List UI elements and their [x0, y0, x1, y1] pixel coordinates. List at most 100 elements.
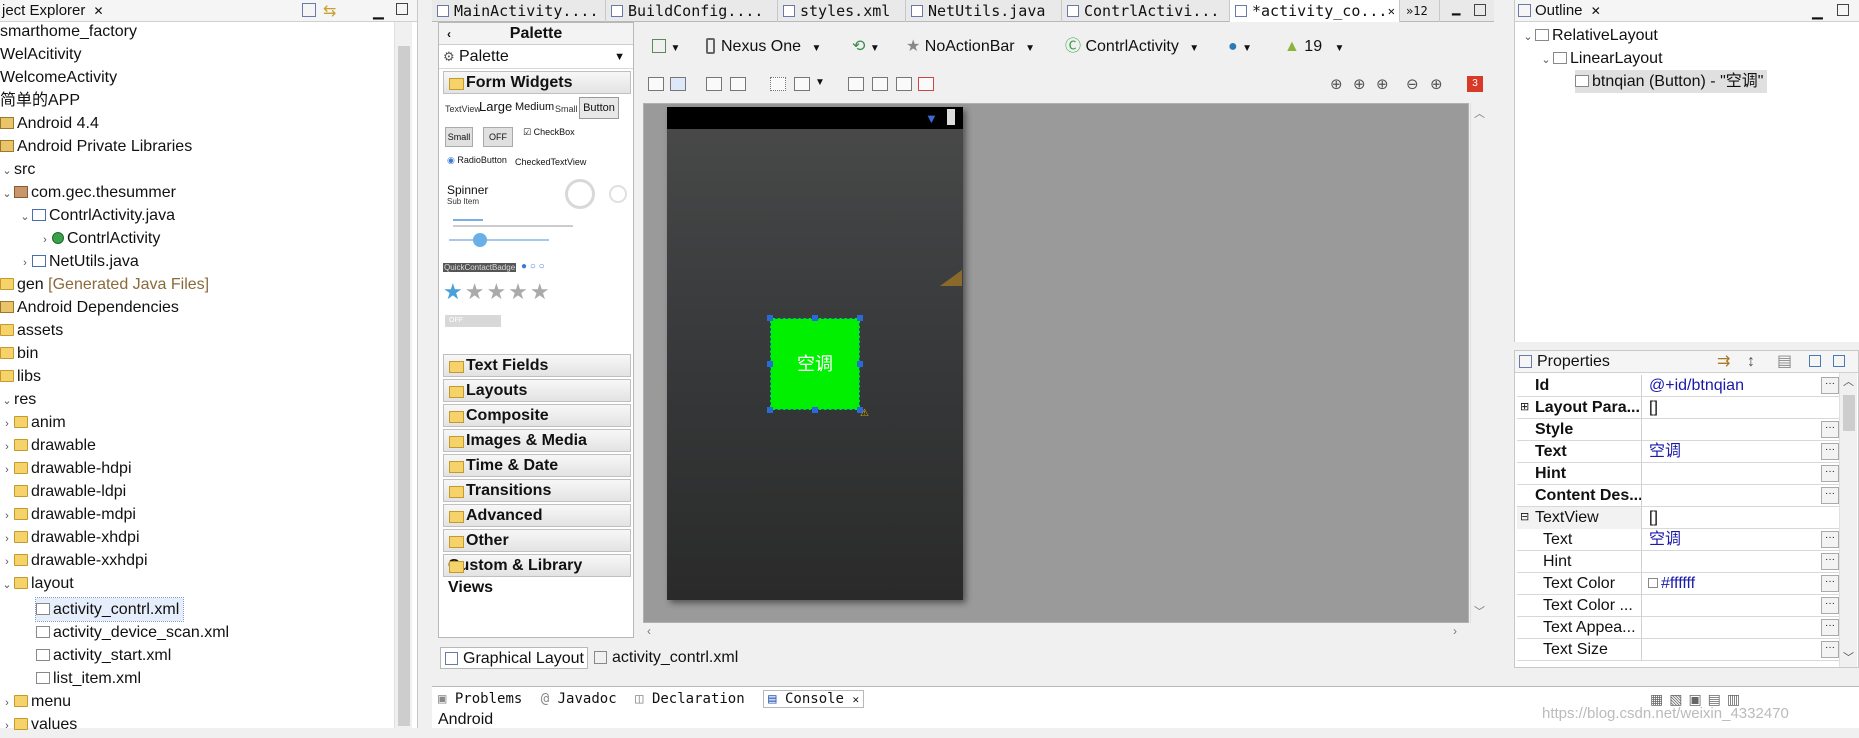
tree-item-netutils-java[interactable]: › NetUtils.java [18, 250, 139, 273]
minimize-icon[interactable]: ▁ [1452, 0, 1460, 16]
layout-icon-dropdown[interactable]: ▼ [652, 33, 680, 61]
tree-item-package[interactable]: ⌄ com.gec.thesummer [0, 181, 176, 204]
resize-handle[interactable] [767, 315, 773, 321]
tree-item-gen[interactable]: gen [Generated Java Files] [0, 273, 209, 296]
tab-styles-xml[interactable]: styles.xml [778, 0, 906, 22]
assign-weight-icon[interactable] [872, 77, 888, 91]
more-button[interactable]: ··· [1821, 421, 1839, 438]
gravity-icon[interactable] [794, 77, 810, 91]
tab-xml-source[interactable]: activity_contrl.xml [590, 647, 746, 669]
chevron-down-icon[interactable]: ⌄ [0, 183, 14, 206]
tree-item-drawable-xhdpi[interactable]: › drawable-xhdpi [0, 526, 139, 551]
palette-section-time-date[interactable]: Time & Date [443, 454, 631, 477]
chevron-left-icon[interactable]: ‹ [647, 624, 651, 638]
chevron-right-icon[interactable]: › [0, 528, 14, 551]
chevron-up-icon[interactable]: ︿ [1474, 105, 1485, 121]
property-row[interactable]: Text Appea... ··· [1517, 617, 1841, 639]
tree-item-simple-app[interactable]: 简单的APP [0, 89, 80, 112]
tab-console[interactable]: ▤ Console ✕ [763, 690, 865, 708]
expand-all-icon[interactable] [1809, 355, 1821, 367]
tree-item-menu[interactable]: › menu [0, 690, 71, 713]
zoom-100-icon[interactable]: ⊕ [1376, 75, 1389, 93]
widget-small-button[interactable]: Small [445, 127, 473, 147]
chevron-right-icon[interactable]: › [0, 459, 14, 482]
zoom-out-icon[interactable]: ⊖ [1406, 75, 1419, 93]
delete-weights-icon[interactable] [918, 77, 934, 91]
palette-section-layouts[interactable]: Layouts [443, 379, 631, 402]
palette-section-transitions[interactable]: Transitions [443, 479, 631, 502]
explorer-scroll-thumb[interactable] [398, 46, 410, 726]
resize-handle[interactable] [812, 315, 818, 321]
rating-bar-stars-icon[interactable]: ★★★★★ [443, 279, 552, 305]
tab-problems[interactable]: ▣ Problems [438, 691, 522, 707]
tree-item-values[interactable]: › values [0, 713, 77, 736]
maximize-icon[interactable] [1474, 4, 1486, 16]
minimize-icon[interactable]: ▁ [373, 0, 384, 22]
property-row[interactable]: Text 空调 ··· [1517, 441, 1841, 463]
close-icon[interactable]: ✕ [1388, 0, 1395, 22]
device-dropdown[interactable]: Nexus One ▼ [706, 33, 821, 61]
activity-dropdown[interactable]: Ⓒ ContrlActivity ▼ [1065, 33, 1199, 61]
palette-selector[interactable]: ⚙ Palette ▼ [439, 45, 633, 69]
properties-scrollbar[interactable]: ︿ ﹀ [1839, 373, 1857, 667]
resize-handle[interactable] [812, 407, 818, 413]
tree-item-drawable-xxhdpi[interactable]: › drawable-xxhdpi [0, 549, 147, 572]
resize-handle[interactable] [767, 407, 773, 413]
chevron-down-icon[interactable]: ⌄ [1521, 26, 1535, 49]
tree-item-smarthome[interactable]: smarthome_factory [0, 20, 137, 43]
tree-item-activity-start-xml[interactable]: activity_start.xml [36, 644, 171, 667]
chevron-right-icon[interactable]: › [0, 692, 14, 715]
property-row[interactable]: Text Color #ffffff ··· [1517, 573, 1841, 595]
chevron-right-icon[interactable]: › [0, 505, 14, 528]
tab-mainactivity[interactable]: MainActivity.... [432, 0, 606, 22]
close-icon[interactable]: ✕ [94, 4, 104, 18]
fill-width-icon[interactable] [706, 77, 722, 91]
tab-javadoc[interactable]: @ Javadoc [541, 691, 617, 707]
theme-dropdown[interactable]: ★ NoActionBar ▼ [906, 33, 1035, 61]
more-button[interactable]: ··· [1821, 487, 1839, 504]
chevron-down-icon[interactable]: ▼ [815, 77, 825, 88]
chevron-down-icon[interactable]: ▼ [614, 45, 625, 69]
more-button[interactable]: ··· [1821, 465, 1839, 482]
zoom-fit-icon[interactable]: ⊕ [1353, 75, 1366, 93]
more-button[interactable]: ··· [1821, 619, 1839, 636]
tab-netutils[interactable]: NetUtils.java [906, 0, 1062, 22]
warning-icon[interactable]: ⚠ [860, 408, 869, 419]
tree-item-libs[interactable]: libs [0, 365, 41, 388]
link-editor-icon[interactable]: ⇆ [323, 1, 336, 23]
widget-checkbox[interactable]: ☑ CheckBox [523, 127, 575, 138]
collapse-all-icon[interactable] [1833, 355, 1845, 367]
tab-contrlactivity[interactable]: ContrlActivi... [1062, 0, 1230, 22]
vertical-layout-icon[interactable] [670, 77, 686, 91]
widget-small-text[interactable]: Small [555, 104, 578, 114]
palette-section-images-media[interactable]: Images & Media [443, 429, 631, 452]
tree-item-bin[interactable]: bin [0, 342, 38, 365]
property-row[interactable]: Text Color ... ··· [1517, 595, 1841, 617]
margins-icon[interactable] [770, 77, 786, 91]
widget-medium-text[interactable]: Medium [515, 101, 554, 113]
close-icon[interactable]: ✕ [852, 693, 859, 706]
maximize-icon[interactable] [1837, 4, 1849, 16]
palette-section-custom-library[interactable]: Custom & Library Views [443, 554, 631, 596]
tab-buildconfig[interactable]: BuildConfig.... [606, 0, 778, 22]
tree-item-welacitivity[interactable]: WelAcitivity [0, 43, 82, 66]
outline-node-relativelayout[interactable]: ⌄ RelativeLayout [1521, 24, 1657, 49]
chevron-right-icon[interactable]: › [38, 229, 52, 252]
progress-bar[interactable] [453, 219, 483, 221]
error-badge[interactable]: 3 [1467, 76, 1483, 92]
chevron-down-icon[interactable]: ⌄ [0, 574, 14, 597]
chevron-down-icon[interactable]: ﹀ [1474, 603, 1485, 619]
minimize-icon[interactable]: ▁ [1812, 0, 1823, 22]
property-row[interactable]: Text Size ··· [1517, 639, 1841, 661]
orientation-dropdown[interactable]: ⟲ ▼ [852, 33, 880, 61]
horizontal-layout-icon[interactable] [648, 77, 664, 91]
tree-item-drawable-ldpi[interactable]: drawable-ldpi [14, 480, 126, 503]
collapse-all-icon[interactable] [302, 3, 316, 17]
widget-switch[interactable]: OFF [445, 315, 501, 327]
properties-scroll-thumb[interactable] [1843, 395, 1855, 431]
tree-item-android-deps[interactable]: Android Dependencies [0, 296, 179, 319]
widget-radio-button[interactable]: ◉ RadioButton [447, 155, 507, 166]
chevron-right-icon[interactable]: › [0, 413, 14, 436]
palette-section-composite[interactable]: Composite [443, 404, 631, 427]
tree-item-list-item-xml[interactable]: list_item.xml [36, 667, 141, 690]
